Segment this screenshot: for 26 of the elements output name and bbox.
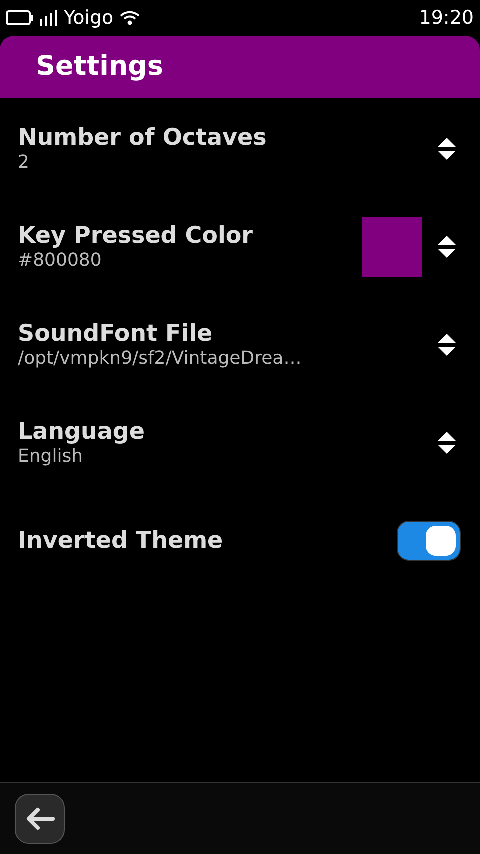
setting-title: Key Pressed Color bbox=[18, 222, 254, 250]
clock-time: 19:20 bbox=[419, 6, 474, 31]
wifi-icon bbox=[120, 10, 140, 26]
up-down-icon bbox=[438, 334, 456, 356]
up-down-icon bbox=[438, 138, 456, 160]
back-button[interactable] bbox=[15, 794, 65, 844]
setting-row[interactable]: Language English bbox=[0, 394, 480, 492]
setting-title: Number of Octaves bbox=[18, 124, 268, 152]
setting-title: Language bbox=[18, 418, 146, 446]
toggle-switch[interactable] bbox=[397, 521, 461, 561]
setting-title: Inverted Theme bbox=[18, 526, 224, 556]
battery-icon bbox=[6, 10, 34, 26]
page-title: Settings bbox=[36, 50, 164, 84]
setting-value: English bbox=[18, 446, 84, 468]
signal-icon bbox=[40, 10, 58, 26]
setting-title: SoundFont File bbox=[18, 320, 214, 348]
setting-row[interactable]: Key Pressed Color #800080 bbox=[0, 198, 480, 296]
setting-value: #800080 bbox=[18, 250, 103, 272]
carrier-name: Yoigo bbox=[64, 6, 114, 31]
back-arrow-icon bbox=[25, 806, 55, 830]
up-down-icon bbox=[438, 432, 456, 454]
setting-value: 2 bbox=[18, 152, 30, 174]
setting-value: /opt/vmpkn9/sf2/VintageDrea… bbox=[18, 348, 303, 370]
setting-row[interactable]: SoundFont File /opt/vmpkn9/sf2/VintageDrea… bbox=[0, 296, 480, 394]
setting-row[interactable]: Number of Octaves 2 bbox=[0, 100, 480, 198]
up-down-icon bbox=[438, 236, 456, 258]
